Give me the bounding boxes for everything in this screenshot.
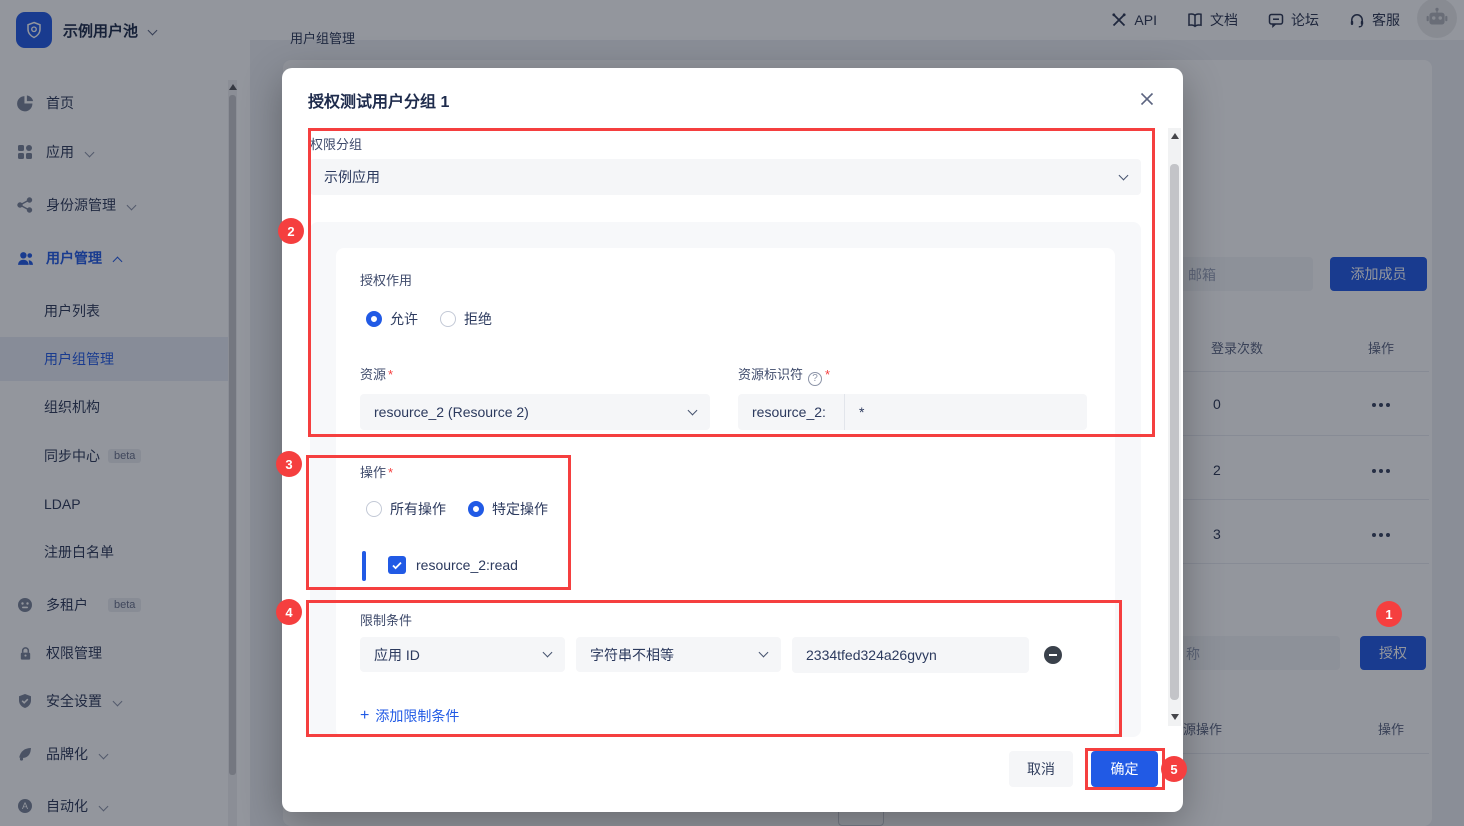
resource-label-text: 资源 <box>360 367 386 382</box>
check-icon <box>391 559 403 571</box>
required-mark: * <box>388 367 393 382</box>
action-checkbox-label[interactable]: resource_2:read <box>416 557 518 573</box>
help-icon[interactable]: ? <box>808 372 822 386</box>
confirm-button[interactable]: 确定 <box>1091 751 1158 787</box>
action-label-text: 操作 <box>360 465 386 480</box>
radio-deny-label[interactable]: 拒绝 <box>464 309 492 329</box>
condition-value-input[interactable]: 2334tfed324a26gvyn <box>792 637 1029 673</box>
radio-deny[interactable] <box>440 311 456 327</box>
effect-radio-group: 允许 拒绝 <box>366 309 492 329</box>
radio-allow-selected[interactable] <box>366 311 382 327</box>
required-mark: * <box>388 465 393 480</box>
plus-icon: + <box>360 708 369 724</box>
effect-label: 授权作用 <box>360 270 412 289</box>
identifier-input-group[interactable]: resource_2: * <box>738 394 1087 430</box>
remove-condition-icon[interactable] <box>1044 646 1062 664</box>
annotation-badge-1: 1 <box>1376 601 1402 627</box>
condition-operator-value: 字符串不相等 <box>590 645 674 665</box>
annotation-badge-2: 2 <box>278 218 304 244</box>
add-condition-label: 添加限制条件 <box>375 706 459 726</box>
app-root: 示例用户池 首页 应用 身份源管理 用户管理 用户列表 用户组管理 <box>0 0 1464 826</box>
radio-allow-label[interactable]: 允许 <box>390 309 418 329</box>
resource-value: resource_2 (Resource 2) <box>374 404 529 420</box>
identifier-label: 资源标识符?* <box>738 364 830 384</box>
chevron-down-icon <box>759 648 769 658</box>
modal-scroll-down-arrow[interactable] <box>1171 714 1179 720</box>
identifier-value[interactable]: * <box>845 404 864 420</box>
radio-specific-actions-label[interactable]: 特定操作 <box>492 499 548 519</box>
cancel-button[interactable]: 取消 <box>1009 751 1073 787</box>
annotation-badge-4: 4 <box>276 599 302 625</box>
identifier-prefix: resource_2: <box>738 394 845 430</box>
modal-scroll-up-arrow[interactable] <box>1171 133 1179 139</box>
permission-group-label: 权限分组 <box>310 134 362 153</box>
annotation-badge-3: 3 <box>276 451 302 477</box>
radio-all-actions[interactable] <box>366 501 382 517</box>
radio-all-actions-label[interactable]: 所有操作 <box>390 499 446 519</box>
add-condition-link[interactable]: + 添加限制条件 <box>360 706 459 726</box>
condition-param-value: 应用 ID <box>374 645 420 665</box>
condition-operator-select[interactable]: 字符串不相等 <box>576 637 781 672</box>
required-mark: * <box>825 367 830 382</box>
permission-group-select[interactable]: 示例应用 <box>310 159 1141 195</box>
condition-param-select[interactable]: 应用 ID <box>360 637 565 672</box>
radio-specific-actions-selected[interactable] <box>468 501 484 517</box>
chevron-down-icon <box>543 648 553 658</box>
chevron-down-icon <box>688 405 698 415</box>
authorize-group-dialog: 授权测试用户分组 1 权限分组 示例应用 授权作用 允许 拒绝 资源* reso… <box>282 68 1183 812</box>
conditions-label: 限制条件 <box>360 610 412 629</box>
action-radio-group: 所有操作 特定操作 <box>366 499 548 519</box>
tree-active-indicator <box>362 551 366 581</box>
permission-group-value: 示例应用 <box>324 167 380 187</box>
close-icon[interactable] <box>1139 91 1157 109</box>
resource-select[interactable]: resource_2 (Resource 2) <box>360 394 710 430</box>
identifier-label-text: 资源标识符 <box>738 367 803 382</box>
annotation-badge-5: 5 <box>1161 756 1187 782</box>
dialog-title: 授权测试用户分组 1 <box>308 88 449 112</box>
chevron-down-icon <box>1119 170 1129 180</box>
action-label: 操作* <box>360 462 393 481</box>
modal-scrollbar-thumb[interactable] <box>1170 164 1179 700</box>
action-checkbox-checked[interactable] <box>388 556 406 574</box>
resource-label: 资源* <box>360 364 393 383</box>
